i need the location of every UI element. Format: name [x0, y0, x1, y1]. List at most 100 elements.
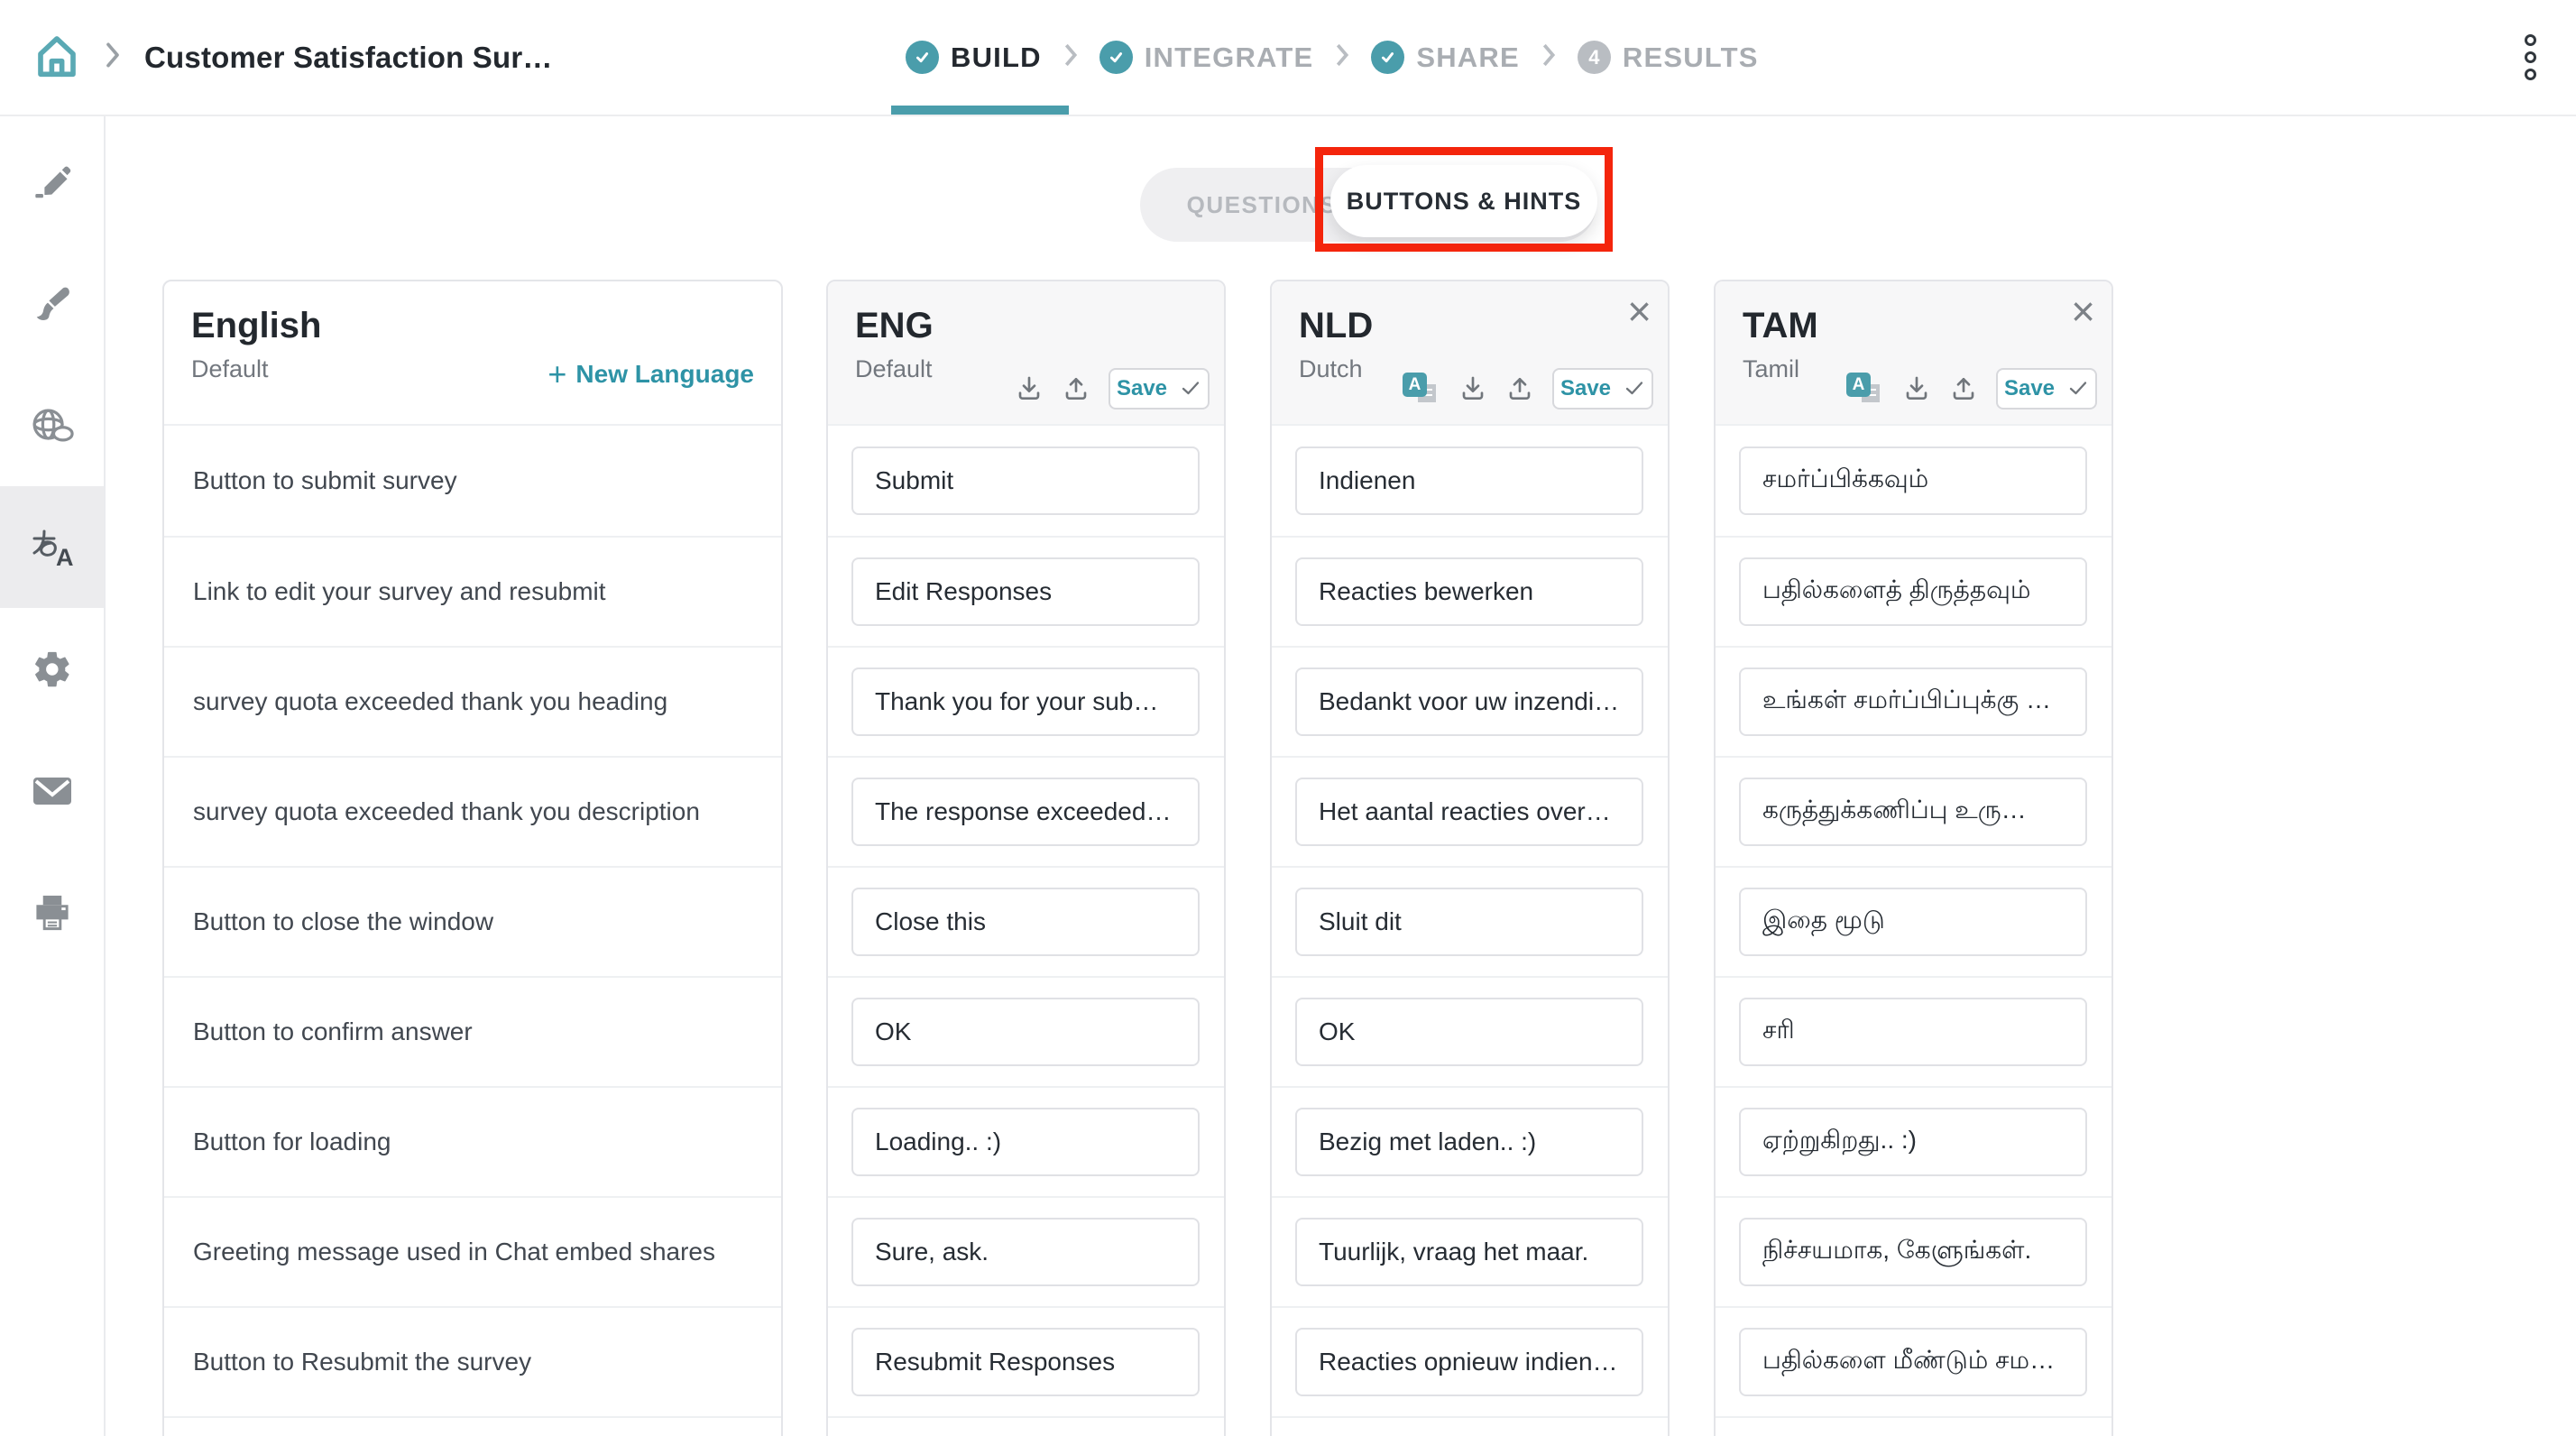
column-header: × NLD Dutch A Save: [1272, 281, 1668, 426]
translation-input[interactable]: [851, 1328, 1200, 1396]
step-label: SHARE: [1416, 41, 1520, 74]
translation-input[interactable]: [1739, 1328, 2087, 1396]
check-circle-icon: [1099, 41, 1133, 74]
translation-input[interactable]: [851, 1108, 1200, 1176]
translation-row: [828, 1196, 1224, 1306]
translation-input[interactable]: [1295, 778, 1643, 846]
translation-row: [1716, 756, 2111, 866]
translation-row: [828, 536, 1224, 646]
translation-input-wrap: [1739, 778, 2087, 846]
translations-page: Customer Satisfaction Sur… BUILD INTEGRA…: [0, 0, 2576, 1436]
column-actions: A Save: [1846, 368, 2097, 410]
translation-input[interactable]: [1739, 778, 2087, 846]
translation-input[interactable]: [1739, 446, 2087, 515]
translation-row: [1272, 976, 1668, 1086]
translation-input[interactable]: [1295, 557, 1643, 626]
translation-inputs-list: [1272, 426, 1668, 1436]
translation-input-wrap: [851, 888, 1200, 956]
translation-input[interactable]: [1739, 888, 2087, 956]
translation-input[interactable]: [1295, 667, 1643, 736]
download-icon[interactable]: [1458, 374, 1487, 403]
translation-input[interactable]: [1739, 667, 2087, 736]
save-button[interactable]: Save: [1552, 368, 1653, 410]
language-code: ENG: [855, 305, 1202, 346]
string-key-label: survey quota exceeded thank you heading: [164, 687, 685, 716]
translation-input-wrap: [1739, 1108, 2087, 1176]
translation-input[interactable]: [851, 998, 1200, 1066]
column-header: × TAM Tamil A Save: [1716, 281, 2111, 426]
translation-input[interactable]: [851, 888, 1200, 956]
translation-input[interactable]: [1739, 557, 2087, 626]
new-language-button[interactable]: + New Language: [542, 357, 759, 391]
translation-row: [1716, 866, 2111, 976]
translation-input[interactable]: [1739, 1108, 2087, 1176]
translation-input[interactable]: [851, 667, 1200, 736]
translation-input-wrap: [851, 1218, 1200, 1286]
translation-input[interactable]: [1295, 998, 1643, 1066]
step-share[interactable]: SHARE: [1371, 41, 1520, 74]
translation-row: [1716, 976, 2111, 1086]
string-key-row: Button to close the window: [164, 866, 781, 976]
save-button[interactable]: Save: [1109, 368, 1210, 410]
translation-input[interactable]: [1295, 1328, 1643, 1396]
translation-row: [1272, 1306, 1668, 1416]
sidebar-item-design[interactable]: [0, 243, 104, 364]
translation-input[interactable]: [1295, 446, 1643, 515]
upload-icon[interactable]: [1062, 374, 1090, 403]
auto-translate-icon[interactable]: A: [1846, 373, 1884, 405]
upload-icon[interactable]: [1949, 374, 1978, 403]
sidebar-item-settings[interactable]: [0, 608, 104, 730]
sidebar-item-print[interactable]: [0, 851, 104, 973]
step-integrate[interactable]: INTEGRATE: [1099, 41, 1314, 74]
translation-tabs: QUESTIONS BUTTONS & HINTS: [1140, 168, 1596, 242]
save-button[interactable]: Save: [1996, 368, 2097, 410]
step-number-icon: 4: [1578, 41, 1611, 74]
sidebar-item-email[interactable]: [0, 730, 104, 851]
translation-input-wrap: [1295, 1108, 1643, 1176]
translation-input-wrap: [1295, 998, 1643, 1066]
sidebar-item-global[interactable]: [0, 364, 104, 486]
translation-input[interactable]: [851, 778, 1200, 846]
pencil-icon: [32, 161, 73, 203]
top-header: Customer Satisfaction Sur… BUILD INTEGRA…: [0, 0, 2576, 116]
translation-row: [828, 866, 1224, 976]
step-build[interactable]: BUILD: [906, 41, 1042, 74]
download-icon[interactable]: [1902, 374, 1931, 403]
translation-input-wrap: [1295, 1328, 1643, 1396]
translation-input[interactable]: [851, 557, 1200, 626]
sidebar-item-edit[interactable]: [0, 121, 104, 243]
string-key-label: Button to Resubmit the survey: [164, 1348, 549, 1376]
sidebar-item-translate[interactable]: A: [0, 486, 104, 608]
auto-translate-icon[interactable]: A: [1403, 373, 1440, 405]
mail-icon: [31, 773, 74, 809]
close-icon[interactable]: ×: [1624, 287, 1655, 336]
partial-row: [164, 1416, 781, 1436]
active-step-underline: [891, 106, 1069, 115]
translation-input[interactable]: [1295, 888, 1643, 956]
tab-buttons-hints[interactable]: BUTTONS & HINTS: [1330, 165, 1597, 237]
breadcrumb-chevron-icon: [105, 41, 121, 73]
translation-input[interactable]: [1295, 1218, 1643, 1286]
translation-input[interactable]: [851, 1218, 1200, 1286]
translation-input[interactable]: [1295, 1108, 1643, 1176]
close-icon[interactable]: ×: [2067, 287, 2099, 336]
translation-row: [1716, 1306, 2111, 1416]
translation-row: [1716, 1196, 2111, 1306]
column-header: ENG Default Save: [828, 281, 1224, 426]
translation-input[interactable]: [1739, 998, 2087, 1066]
translation-input-wrap: [851, 998, 1200, 1066]
upload-icon[interactable]: [1505, 374, 1534, 403]
translation-row: [1272, 1196, 1668, 1306]
translation-row: [1716, 1086, 2111, 1196]
translation-row: [1716, 536, 2111, 646]
translation-input[interactable]: [851, 446, 1200, 515]
translation-inputs-list: [828, 426, 1224, 1436]
left-sidebar: A: [0, 115, 106, 1436]
translation-input[interactable]: [1739, 1218, 2087, 1286]
translation-column-tam: × TAM Tamil A Save: [1714, 280, 2113, 1436]
language-title: English: [191, 305, 759, 346]
step-results[interactable]: 4 RESULTS: [1578, 41, 1759, 74]
home-button[interactable]: [32, 32, 81, 83]
kebab-menu-icon[interactable]: [2519, 0, 2542, 115]
download-icon[interactable]: [1015, 374, 1044, 403]
